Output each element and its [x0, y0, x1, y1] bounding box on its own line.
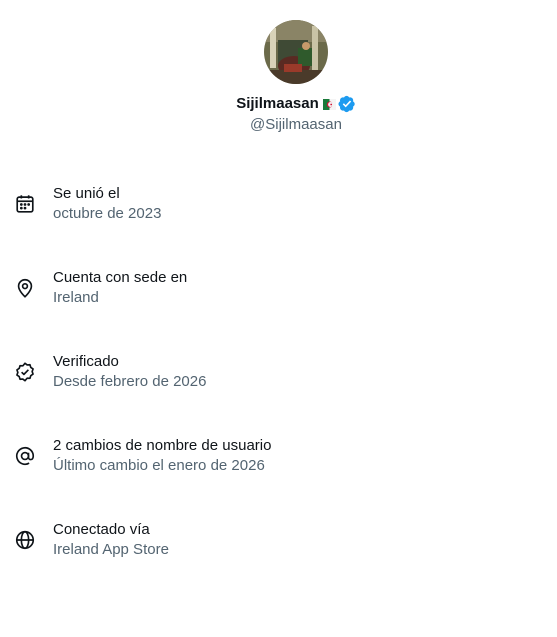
calendar-icon	[16, 195, 34, 213]
connected-via-item: Conectado vía Ireland App Store	[0, 520, 557, 604]
account-location-item: Cuenta con sede en Ireland	[0, 268, 557, 352]
last-username-change: Último cambio el enero de 2026	[53, 457, 265, 474]
joined-date-item: Se unió el octubre de 2023	[0, 184, 557, 268]
user-handle: @Sijilmaasan	[250, 116, 342, 133]
verified-badge-icon[interactable]	[338, 95, 356, 113]
joined-label: Se unió el	[53, 185, 120, 202]
verified-label: Verificado	[53, 353, 119, 370]
profile-header: Sijilmaasan @Sijilmaasan	[0, 20, 557, 135]
connected-via-label: Conectado vía	[53, 521, 150, 538]
location-pin-icon	[17, 278, 33, 298]
verified-outline-icon	[16, 362, 34, 382]
username-changes-item: 2 cambios de nombre de usuario Último ca…	[0, 436, 557, 520]
globe-icon	[15, 530, 35, 550]
about-account-list: Se unió el octubre de 2023 Cuenta con se…	[0, 184, 557, 604]
location-value: Ireland	[53, 289, 99, 306]
verified-item: Verificado Desde febrero de 2026	[0, 352, 557, 436]
at-sign-icon	[15, 446, 35, 466]
avatar[interactable]	[264, 20, 328, 84]
algeria-flag-icon	[322, 98, 336, 111]
name-row: Sijilmaasan	[236, 94, 356, 114]
connected-via-value: Ireland App Store	[53, 541, 169, 558]
display-name[interactable]: Sijilmaasan	[236, 94, 319, 114]
verified-since: Desde febrero de 2026	[53, 373, 207, 390]
location-label: Cuenta con sede en	[53, 269, 188, 286]
username-changes-label: 2 cambios de nombre de usuario	[53, 437, 272, 454]
joined-value: octubre de 2023	[53, 205, 162, 222]
